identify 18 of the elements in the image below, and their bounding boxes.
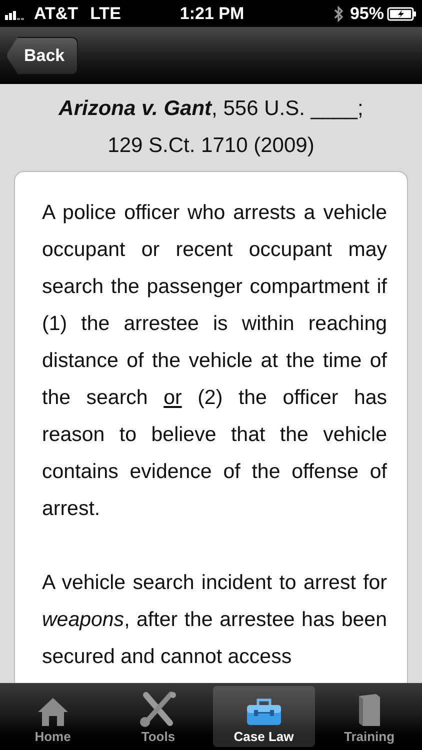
case-citation: 129 S.Ct. 1710 (2009)	[108, 133, 314, 159]
tab-bar-item[interactable]: Tools	[108, 686, 209, 747]
case-summary-paragraph: A police officer who arrests a vehicle occupant or recent occupant may search the passenger compartment if (1) the arrestee is within reaching distance of the vehicle at the time of the search or (2) the officer has reason to believe that the vehicle contains evidence of the offense of arrest.	[42, 200, 387, 522]
clock: 1:21 PM	[180, 2, 244, 25]
case-summary-paragraph: A vehicle search incident to arrest for weapons, after the arrestee has been secured and cannot access	[42, 570, 387, 670]
tools-icon	[138, 690, 178, 726]
bluetooth-icon	[334, 4, 344, 22]
carrier: AT&T	[34, 2, 78, 25]
battery-icon	[387, 6, 417, 20]
toolbox-icon	[246, 696, 282, 726]
case-citation: Arizona v. Gant, 556 U.S. ____;	[58, 96, 364, 122]
back-button[interactable]: Back	[6, 36, 78, 74]
tab-bar-item[interactable]: Case Law	[213, 686, 314, 747]
tab-bar-item[interactable]: Training	[318, 686, 420, 747]
book-icon	[356, 692, 382, 726]
battery-percent: 95%	[350, 2, 384, 25]
network-type: LTE	[90, 2, 121, 25]
tab-bar-item[interactable]: Home	[2, 686, 104, 747]
